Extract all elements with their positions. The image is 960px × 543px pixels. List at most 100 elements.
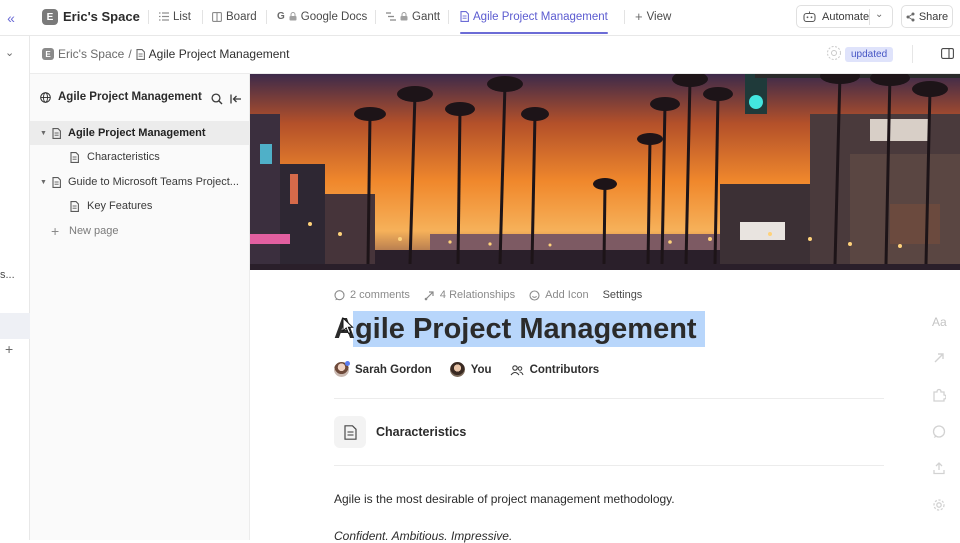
share-button[interactable]: Share xyxy=(901,5,953,28)
new-page-button[interactable]: + New page xyxy=(30,219,250,243)
add-icon-button[interactable]: Add Icon xyxy=(529,289,589,301)
sidebar-item-guide-to-microsoft-teams[interactable]: ▼ Guide to Microsoft Teams Project... xyxy=(30,170,250,194)
sidebar-header: Agile Project Management xyxy=(40,91,202,103)
sidebar-item-label: Characteristics xyxy=(87,151,160,163)
top-bar: « E Eric's Space List Board G Google Doc… xyxy=(0,0,960,36)
sidebar-item-characteristics[interactable]: Characteristics xyxy=(30,145,250,169)
subpage-title: Characteristics xyxy=(376,425,467,439)
active-tab-indicator xyxy=(460,32,608,34)
author-name: Sarah Gordon xyxy=(355,363,432,376)
double-chevron-left-icon: « xyxy=(7,10,15,26)
upload-icon[interactable] xyxy=(932,461,946,475)
cover-image xyxy=(250,74,960,270)
chevron-down-icon[interactable]: ⌄ xyxy=(875,9,883,20)
divider xyxy=(912,45,913,63)
breadcrumb-page[interactable]: Agile Project Management xyxy=(149,47,290,61)
doc-icon xyxy=(334,416,366,448)
puzzle-icon[interactable] xyxy=(932,388,946,402)
divider xyxy=(148,10,149,24)
add-view-button[interactable]: + View xyxy=(635,0,671,33)
collapse-sidebar-button[interactable]: « xyxy=(0,0,22,36)
automate-label: Automate xyxy=(822,10,870,23)
subpage-link[interactable]: Characteristics xyxy=(334,416,466,448)
breadcrumb-space[interactable]: Eric's Space xyxy=(58,47,124,61)
plus-icon[interactable]: + xyxy=(5,341,13,357)
sidebar-item-label: Key Features xyxy=(87,200,153,212)
relationships-button[interactable]: 4 Relationships xyxy=(424,289,515,301)
avatar xyxy=(334,361,350,377)
doc-icon xyxy=(52,176,61,188)
doc-icon xyxy=(136,48,145,60)
divider xyxy=(375,10,376,24)
font-settings-button[interactable]: Aa xyxy=(932,315,947,329)
tab-list[interactable]: List xyxy=(159,0,191,33)
sidebar-item-label: Guide to Microsoft Teams Project... xyxy=(68,176,239,188)
author-name: You xyxy=(470,363,492,376)
divider xyxy=(266,10,267,24)
share-icon xyxy=(906,12,915,22)
author-you[interactable]: You xyxy=(449,362,492,377)
share-label: Share xyxy=(918,10,949,23)
avatar xyxy=(449,362,465,377)
gantt-icon xyxy=(386,12,396,21)
tab-google-docs[interactable]: G Google Docs xyxy=(277,0,367,33)
plus-icon: + xyxy=(635,9,643,24)
tab-board[interactable]: Board xyxy=(212,0,257,33)
caret-down-icon[interactable]: ▼ xyxy=(40,179,47,186)
caret-down-icon[interactable]: ▼ xyxy=(40,130,47,137)
rail-active-item[interactable] xyxy=(0,313,30,339)
tab-label: Google Docs xyxy=(300,10,368,23)
doc-meta-row: 2 comments 4 Relationships Add Icon Sett… xyxy=(334,289,642,301)
space-name[interactable]: Eric's Space xyxy=(63,9,140,24)
sidebar-title: Agile Project Management xyxy=(58,91,202,103)
doc-sidebar: Agile Project Management ▼ Agile Project… xyxy=(30,74,250,540)
sidebar-item-agile-project-management[interactable]: ▼ Agile Project Management xyxy=(30,121,250,145)
settings-button[interactable]: Settings xyxy=(603,289,643,301)
page-title[interactable]: Agile Project Management xyxy=(334,311,697,347)
relationship-tool-icon[interactable] xyxy=(932,351,946,365)
gear-icon[interactable] xyxy=(932,498,946,512)
left-rail: ⌄ s... + xyxy=(0,36,30,540)
settings-label: Settings xyxy=(602,289,643,301)
tab-label: List xyxy=(173,10,191,23)
divider xyxy=(869,9,870,25)
divider xyxy=(624,10,625,24)
contributors-button[interactable]: Contributors xyxy=(510,363,600,376)
add-view-label: View xyxy=(646,10,672,23)
author-name: Contributors xyxy=(529,363,600,376)
lock-icon xyxy=(289,12,297,21)
comments-label: 2 comments xyxy=(350,289,410,301)
side-panel-icon[interactable] xyxy=(941,48,954,59)
space-avatar-small: E xyxy=(42,48,54,60)
globe-icon xyxy=(40,91,51,103)
tab-agile-project-management[interactable]: Agile Project Management xyxy=(460,0,608,33)
breadcrumb-bar: E Eric's Space / Agile Project Managemen… xyxy=(30,36,960,74)
doc-icon xyxy=(52,127,61,139)
divider xyxy=(202,10,203,24)
relationship-icon xyxy=(424,290,435,301)
divider xyxy=(334,465,884,466)
author-sarah-gordon[interactable]: Sarah Gordon xyxy=(334,361,432,377)
collapse-sidebar-icon[interactable] xyxy=(230,93,242,105)
automate-button[interactable]: Automate ⌄ xyxy=(796,5,893,28)
sidebar-item-label: Agile Project Management xyxy=(68,127,206,139)
tab-label: Gantt xyxy=(412,10,441,23)
plus-icon: + xyxy=(51,223,60,239)
lock-icon xyxy=(400,12,408,21)
search-icon[interactable] xyxy=(211,93,223,105)
add-icon-label: Add Icon xyxy=(545,289,589,301)
comment-icon[interactable] xyxy=(932,425,946,439)
smiley-icon xyxy=(529,289,540,301)
breadcrumb: E Eric's Space / Agile Project Managemen… xyxy=(42,47,289,61)
sidebar-item-key-features[interactable]: Key Features xyxy=(30,194,250,218)
list-icon xyxy=(159,12,169,21)
tab-gantt[interactable]: Gantt xyxy=(386,0,440,33)
doc-icon xyxy=(70,200,79,212)
contributors-icon xyxy=(510,364,524,376)
body-paragraph: Agile is the most desirable of project m… xyxy=(334,492,675,506)
chevron-down-icon[interactable]: ⌄ xyxy=(5,46,14,59)
doc-icon xyxy=(70,151,79,163)
comments-button[interactable]: 2 comments xyxy=(334,289,410,301)
online-dot-icon xyxy=(345,361,350,366)
cursor-icon xyxy=(342,317,354,335)
